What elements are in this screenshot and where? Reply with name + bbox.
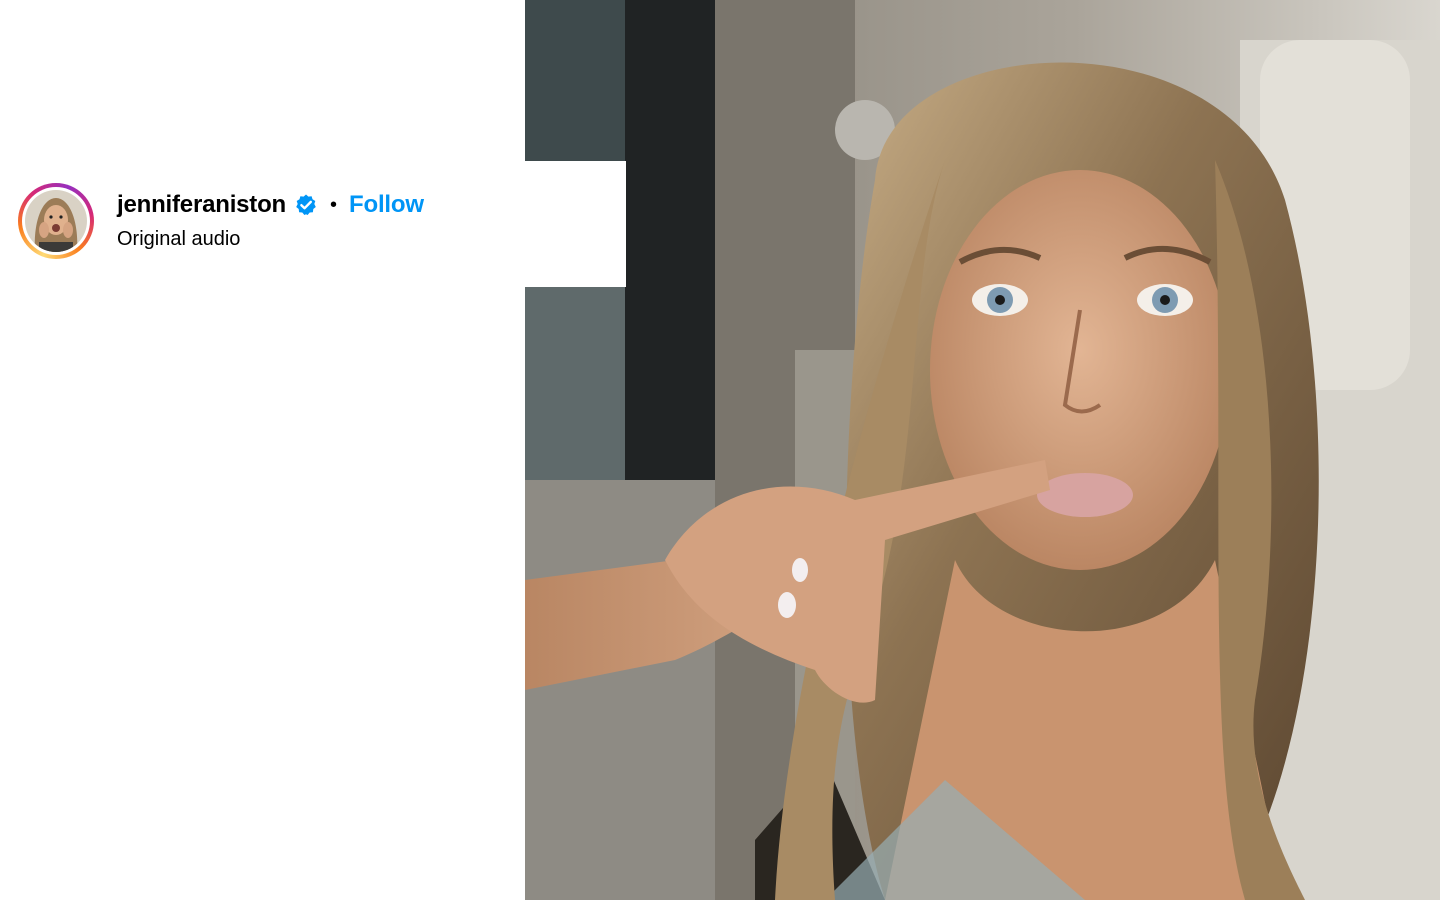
post-view: jenniferaniston • Follow Original audio	[0, 0, 1440, 900]
avatar-image	[25, 190, 87, 252]
follow-button[interactable]: Follow	[349, 191, 424, 219]
post-photo[interactable]	[525, 0, 1440, 900]
verified-badge-icon	[294, 193, 318, 217]
username-link[interactable]: jenniferaniston	[117, 191, 286, 219]
audio-link[interactable]: Original audio	[117, 228, 240, 251]
story-ring[interactable]	[18, 183, 94, 259]
avatar-gap	[22, 187, 90, 255]
author-line: jenniferaniston • Follow	[117, 189, 424, 221]
selfie-image	[525, 0, 1440, 900]
profile-avatar[interactable]	[25, 190, 87, 252]
separator-dot: •	[330, 193, 338, 216]
post-header: jenniferaniston • Follow Original audio	[0, 161, 626, 287]
